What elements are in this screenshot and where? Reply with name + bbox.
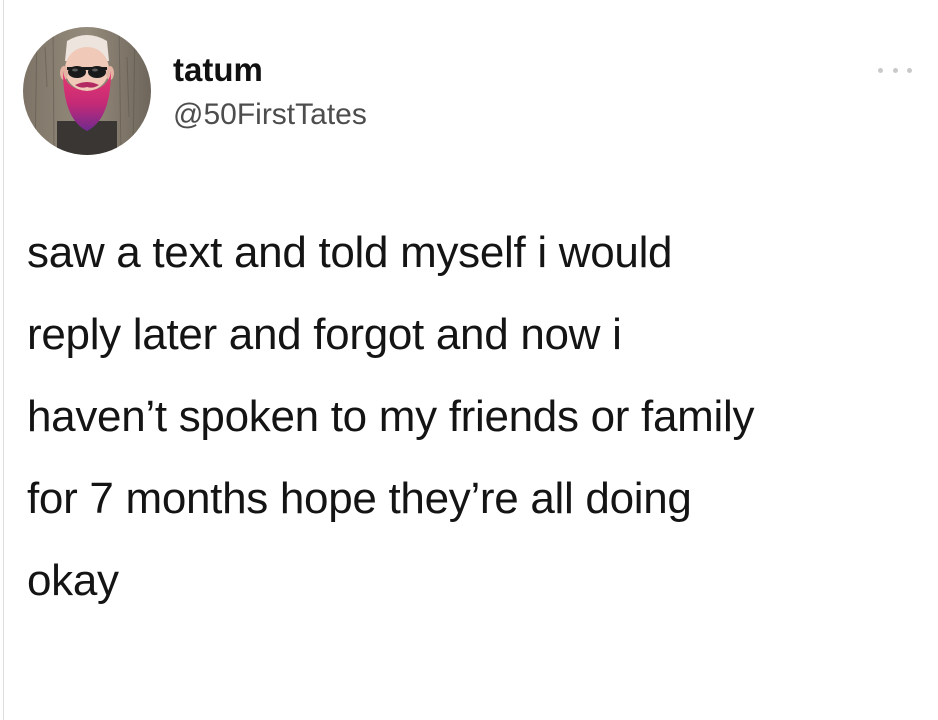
- bearded-man-avatar-icon: [23, 27, 151, 155]
- menu-dot: [892, 67, 898, 73]
- tweet-text: saw a text and told myself i would reply…: [27, 228, 755, 605]
- menu-dot: [878, 67, 883, 73]
- avatar[interactable]: [23, 27, 151, 155]
- user-handle[interactable]: @50FirstTates: [173, 98, 367, 132]
- more-options-icon[interactable]: [878, 60, 912, 80]
- tweet-card: tatum @50FirstTates saw a text and told …: [0, 0, 938, 720]
- menu-dot: [907, 67, 912, 73]
- display-name[interactable]: tatum: [173, 52, 263, 88]
